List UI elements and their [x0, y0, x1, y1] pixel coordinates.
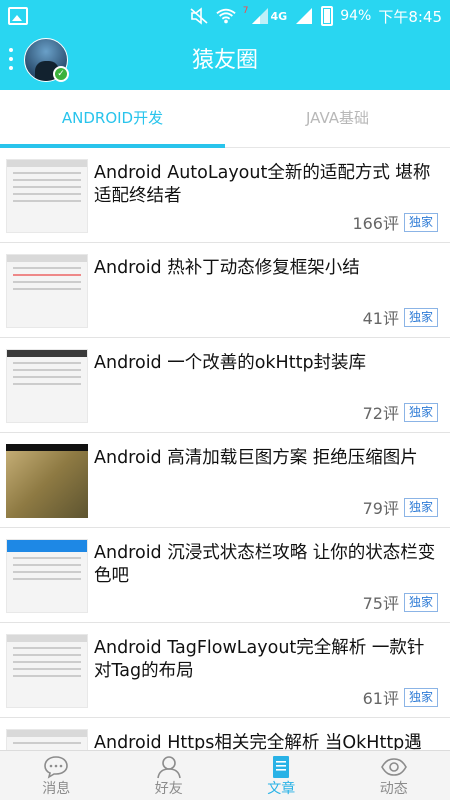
- list-item[interactable]: Android Https相关完全解析 当OkHttp遇: [0, 718, 450, 750]
- app-bar: ✓ 猿友圈: [0, 32, 450, 90]
- list-item[interactable]: Android 一个改善的okHttp封装库 72评 独家: [0, 338, 450, 433]
- sim-slot: 7: [242, 6, 249, 16]
- status-bar: 7 4G 94% 下午8:45: [0, 0, 450, 32]
- article-title: Android 一个改善的okHttp封装库: [94, 353, 367, 373]
- exclusive-badge: 独家: [403, 402, 438, 422]
- exclusive-badge: 独家: [403, 212, 438, 232]
- article-thumbnail: [6, 444, 88, 518]
- article-title: Android 沉浸式状态栏攻略 让你的状态栏变色吧: [94, 543, 436, 586]
- article-list[interactable]: Android AutoLayout全新的适配方式 堪称适配终结者 166评 独家…: [0, 148, 450, 750]
- tab-java[interactable]: JAVA基础: [225, 90, 450, 148]
- exclusive-badge: 独家: [403, 687, 438, 707]
- nav-messages[interactable]: 消息: [0, 751, 113, 800]
- tab-android[interactable]: ANDROID开发: [0, 90, 225, 148]
- gallery-icon: [8, 7, 28, 25]
- clock: 下午8:45: [378, 7, 442, 26]
- nav-label: 动态: [379, 781, 408, 797]
- document-icon: [273, 756, 290, 778]
- person-icon: [156, 756, 181, 779]
- status-icons: 7 4G 94% 下午8:45: [189, 0, 442, 32]
- bottom-nav: 消息 好友 文章 动态: [0, 750, 450, 800]
- exclusive-badge: 独家: [403, 592, 438, 612]
- mute-icon: [190, 7, 208, 25]
- article-thumbnail: [6, 729, 88, 750]
- article-thumbnail: [6, 254, 88, 328]
- signal-icon: [251, 8, 268, 24]
- comment-count: 61评: [362, 689, 399, 708]
- list-item[interactable]: Android TagFlowLayout完全解析 一款针对Tag的布局 61评…: [0, 623, 450, 718]
- eye-icon: [380, 758, 407, 776]
- article-thumbnail: [6, 634, 88, 708]
- list-item[interactable]: Android AutoLayout全新的适配方式 堪称适配终结者 166评 独家: [0, 148, 450, 243]
- list-item[interactable]: Android 沉浸式状态栏攻略 让你的状态栏变色吧 75评 独家: [0, 528, 450, 623]
- nav-label: 消息: [42, 781, 71, 797]
- wifi-icon: [216, 8, 236, 24]
- nav-label: 文章: [267, 781, 296, 797]
- battery-percent: 94%: [340, 8, 372, 24]
- nav-label: 好友: [154, 781, 183, 797]
- nav-moments[interactable]: 动态: [338, 751, 450, 800]
- page-title: 猿友圈: [191, 48, 258, 73]
- article-title: Android AutoLayout全新的适配方式 堪称适配终结者: [94, 163, 431, 206]
- list-item[interactable]: Android 热补丁动态修复框架小结 41评 独家: [0, 243, 450, 338]
- article-title: Android Https相关完全解析 当OkHttp遇: [94, 733, 422, 750]
- signal-4g-icon: [296, 8, 313, 24]
- tab-bar: ANDROID开发 JAVA基础: [0, 90, 450, 148]
- exclusive-badge: 独家: [403, 497, 438, 517]
- comment-count: 79评: [362, 499, 399, 518]
- article-title: Android 热补丁动态修复框架小结: [94, 258, 360, 278]
- nav-articles[interactable]: 文章: [225, 751, 338, 800]
- battery-charging-icon: [321, 6, 334, 26]
- article-thumbnail: [6, 539, 88, 613]
- exclusive-badge: 独家: [403, 307, 438, 327]
- comment-count: 75评: [362, 594, 399, 613]
- article-title: Android 高清加载巨图方案 拒绝压缩图片: [94, 448, 418, 468]
- sim-label: 4G: [270, 9, 288, 23]
- nav-friends[interactable]: 好友: [113, 751, 226, 800]
- article-title: Android TagFlowLayout完全解析 一款针对Tag的布局: [94, 638, 425, 681]
- chat-bubble-icon: [44, 756, 69, 779]
- comment-count: 41评: [362, 309, 399, 328]
- list-item[interactable]: Android 高清加载巨图方案 拒绝压缩图片 79评 独家: [0, 433, 450, 528]
- article-thumbnail: [6, 349, 88, 423]
- comment-count: 166评: [352, 214, 399, 233]
- article-thumbnail: [6, 159, 88, 233]
- comment-count: 72评: [362, 404, 399, 423]
